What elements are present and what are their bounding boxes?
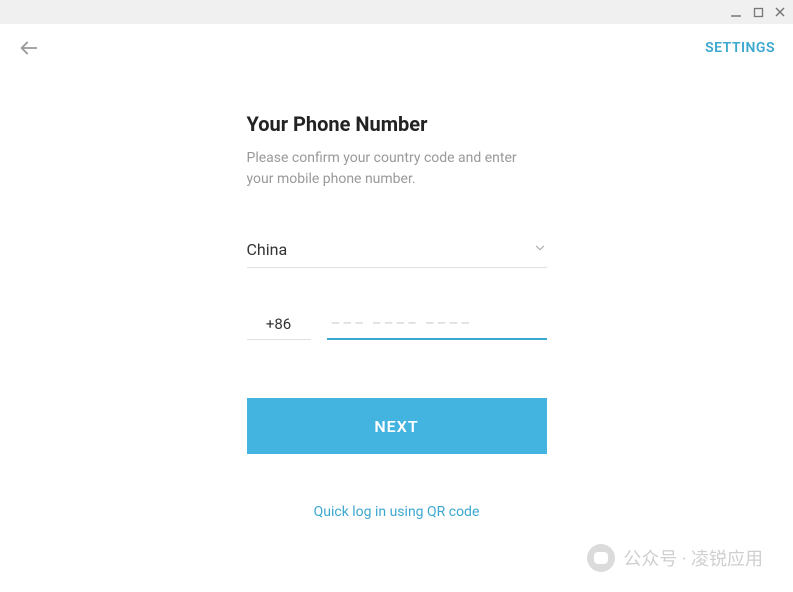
phone-number-input[interactable] xyxy=(327,308,547,340)
maximize-button[interactable] xyxy=(751,5,765,19)
country-name: China xyxy=(247,240,288,259)
phone-row xyxy=(247,308,547,340)
minimize-button[interactable] xyxy=(729,5,743,19)
page-subtitle: Please confirm your country code and ent… xyxy=(247,148,547,190)
chevron-down-icon xyxy=(533,240,547,259)
wechat-icon xyxy=(587,544,615,572)
settings-link[interactable]: SETTINGS xyxy=(705,40,775,56)
watermark: 公众号 · 凌锐应用 xyxy=(587,544,763,572)
window-titlebar xyxy=(0,0,793,24)
country-code-input[interactable] xyxy=(247,308,311,340)
login-form: Your Phone Number Please confirm your co… xyxy=(247,112,547,520)
qr-login-link[interactable]: Quick log in using QR code xyxy=(247,504,547,520)
watermark-text: 公众号 · 凌锐应用 xyxy=(623,545,763,571)
back-button[interactable] xyxy=(18,37,40,59)
page-title: Your Phone Number xyxy=(247,112,547,136)
close-button[interactable] xyxy=(773,5,787,19)
next-button[interactable]: NEXT xyxy=(247,398,547,454)
app-header: SETTINGS xyxy=(0,24,793,72)
country-select[interactable]: China xyxy=(247,240,547,268)
